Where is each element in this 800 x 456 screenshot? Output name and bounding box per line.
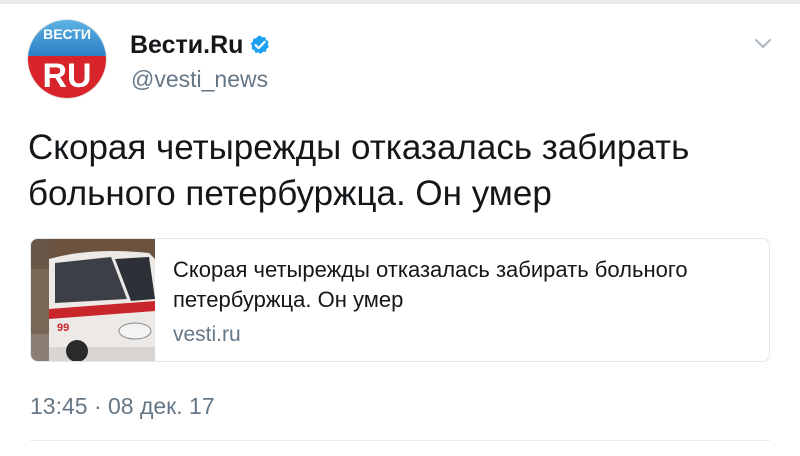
bottom-divider [30,440,770,441]
card-text: Скорая четырежды отказалась забирать бол… [173,255,753,347]
verified-badge-svg [251,35,270,54]
ambulance-number: 99 [57,322,69,334]
name-row: Вести.Ru [130,30,271,60]
verified-badge-icon [249,34,271,56]
card-title[interactable]: Скорая четырежды отказалась забирать бол… [173,255,753,315]
chevron-down-icon[interactable] [754,38,772,50]
handle[interactable]: @vesti_news [131,66,268,93]
card-image: 99 [31,239,155,361]
display-name[interactable]: Вести.Ru [130,31,243,60]
card-domain: vesti.ru [173,323,241,346]
ambulance-photo: 99 [31,239,155,361]
tweet: ВЕСТИ RU Вести.Ru @vesti_news Скорая чет… [0,0,800,456]
avatar-bottom-text: RU [42,57,92,95]
timestamp[interactable]: 13:45 · 08 дек. 17 [30,393,215,420]
tweet-text: Скорая четырежды отказалась забирать бол… [28,128,690,213]
avatar-top-text: ВЕСТИ [43,26,91,42]
avatar[interactable]: ВЕСТИ RU [28,20,106,98]
link-card[interactable]: 99 Скорая четырежды отказалась забирать … [30,238,770,362]
